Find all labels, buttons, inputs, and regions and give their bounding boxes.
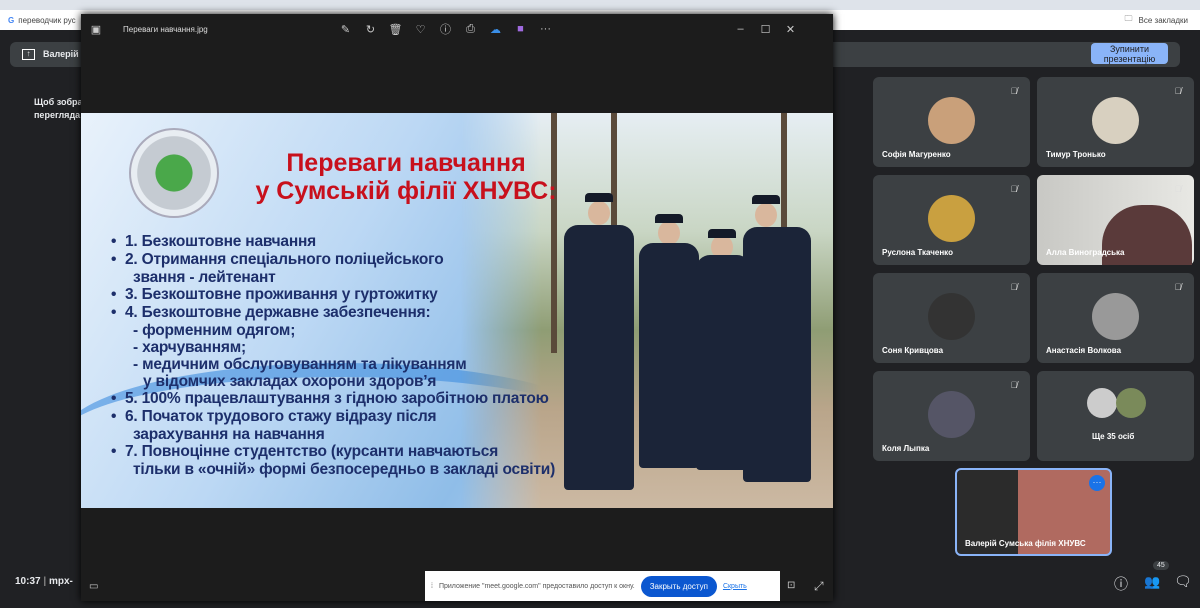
photos-app-icon: ▣ xyxy=(90,23,102,36)
list-item: 4. Безкоштовне державне забезпечення: xyxy=(111,304,555,321)
more-button[interactable]: ··· xyxy=(533,23,558,35)
browser-tabstrip xyxy=(0,0,1200,10)
stop-presentation-button[interactable]: Зупинити презентацію xyxy=(1091,43,1168,64)
meeting-code: mpx- xyxy=(48,576,73,587)
close-access-button[interactable]: Закрыть доступ xyxy=(640,575,717,597)
filmstrip-icon[interactable]: ▭ xyxy=(89,581,98,592)
participant-tile-video[interactable]: 🎙̸ Алла Виноградська xyxy=(1037,175,1194,265)
participant-name: Руслона Ткаченко xyxy=(882,248,953,257)
avatar xyxy=(1087,388,1117,418)
participant-name: Софія Магуренко xyxy=(882,150,951,159)
mic-off-icon: 🎙̸ xyxy=(1010,86,1018,96)
minimize-button[interactable]: – xyxy=(728,23,753,35)
hide-link[interactable]: Скрыть xyxy=(723,583,747,590)
more-options-icon[interactable]: ··· xyxy=(1089,475,1105,491)
mic-off-icon: 🎙̸ xyxy=(1174,282,1182,292)
list-item: 2. Отримання спеціального поліцейського xyxy=(111,251,555,268)
photos-viewer-window: ▣ Переваги навчання.jpg ✎ ↻ 🗑 ♡ ⓘ ⎙ ☁ ■ … xyxy=(81,14,833,601)
participant-tile[interactable]: 🎙̸ Соня Кривцова xyxy=(873,273,1030,363)
delete-icon[interactable]: 🗑 xyxy=(383,23,408,36)
people-icon[interactable]: 👥 xyxy=(1144,574,1160,590)
participant-tile[interactable]: 🎙̸ Руслона Ткаченко xyxy=(873,175,1030,265)
participant-tile[interactable]: 🎙̸ Софія Магуренко xyxy=(873,77,1030,167)
clock: 10:37 xyxy=(15,576,41,587)
rotate-icon[interactable]: ↻ xyxy=(358,23,383,36)
avatar xyxy=(1092,97,1139,144)
slide-title: Переваги навчання у Сумській філії ХНУВС: xyxy=(241,149,571,205)
list-subitem: - форменним одягом; xyxy=(133,322,296,339)
list-subitem: - харчуванням; xyxy=(133,339,246,356)
avatar xyxy=(928,195,975,242)
clipchamp-icon[interactable]: ■ xyxy=(508,23,533,35)
info-icon[interactable]: ⓘ xyxy=(433,21,458,37)
favorite-icon[interactable]: ♡ xyxy=(408,23,433,36)
mic-off-icon: 🎙̸ xyxy=(1174,184,1182,194)
list-item-cont: зарахування на навчання xyxy=(133,426,325,443)
presenter-chip[interactable]: ↑ Валерій xyxy=(12,43,82,65)
mic-off-icon: 🎙̸ xyxy=(1010,380,1018,390)
print-icon[interactable]: ⎙ xyxy=(458,23,483,36)
list-item-cont: тільки в «очній» формі безпосередньо в з… xyxy=(133,461,556,478)
list-item: 1. Безкоштовне навчання xyxy=(111,233,555,250)
participant-name: Анастасія Волкова xyxy=(1046,346,1122,355)
avatar xyxy=(928,97,975,144)
title-line: у Сумській філії ХНУВС: xyxy=(255,177,557,205)
list-item: 7. Повноцінне студентство (курсанти навч… xyxy=(111,443,555,460)
all-bookmarks[interactable]: Все закладки xyxy=(1139,16,1188,25)
folder-icon: 🗀 xyxy=(1124,14,1133,23)
bookmark-item[interactable]: переводчик рус xyxy=(18,16,75,25)
participants-count-badge: 45 xyxy=(1153,561,1169,570)
meeting-info: 10:37 | mpx- xyxy=(15,576,73,587)
present-icon: ↑ xyxy=(22,48,35,60)
mic-off-icon: 🎙̸ xyxy=(1010,184,1018,194)
hint-line: Щоб зобра xyxy=(34,97,83,107)
close-button[interactable]: ✕ xyxy=(778,23,803,36)
onedrive-icon[interactable]: ☁ xyxy=(483,23,508,36)
list-subitem: - медичним обслуговуванням та лікуванням xyxy=(133,356,467,373)
edit-icon[interactable]: ✎ xyxy=(333,23,358,36)
participant-name: Соня Кривцова xyxy=(882,346,944,355)
participant-name: Коля Лыпка xyxy=(882,444,930,453)
participant-tile[interactable]: 🎙̸ Тимур Тронько xyxy=(1037,77,1194,167)
participant-name: Тимур Тронько xyxy=(1046,150,1106,159)
actual-size-icon[interactable]: ⊡ xyxy=(787,580,795,591)
fullscreen-icon[interactable]: ⤢ xyxy=(814,579,824,594)
mic-off-icon: 🎙̸ xyxy=(1010,282,1018,292)
mic-off-icon: 🎙̸ xyxy=(1174,86,1182,96)
viewer-titlebar: ▣ Переваги навчання.jpg ✎ ↻ 🗑 ♡ ⓘ ⎙ ☁ ■ … xyxy=(81,14,833,44)
more-participants-tile[interactable]: Ще 35 осіб xyxy=(1037,371,1194,461)
drag-handle-icon[interactable]: ⁞ xyxy=(431,583,433,590)
participant-tile[interactable]: 🎙̸ Коля Лыпка xyxy=(873,371,1030,461)
title-line: Переваги навчання xyxy=(286,149,526,177)
avatar xyxy=(928,391,975,438)
list-item: 5. 100% працевлаштування з гідною заробі… xyxy=(111,390,555,407)
self-name: Валерій Сумська філія ХНУВС xyxy=(965,539,1086,548)
hint-line: перегляда xyxy=(34,110,81,120)
participant-tile[interactable]: 🎙̸ Анастасія Волкова xyxy=(1037,273,1194,363)
avatar xyxy=(1092,293,1139,340)
participant-name: Алла Виноградська xyxy=(1046,248,1125,257)
presentation-hint: Щоб зобра перегляда xyxy=(34,96,84,122)
maximize-button[interactable]: ☐ xyxy=(753,23,778,36)
avatar xyxy=(928,293,975,340)
list-item: 6. Початок трудового стажу відразу після xyxy=(111,408,555,425)
meeting-details-icon[interactable]: ⓘ xyxy=(1114,574,1128,594)
google-icon: G xyxy=(8,15,15,25)
avatar xyxy=(1116,388,1146,418)
slide-image: Переваги навчання у Сумській філії ХНУВС:… xyxy=(81,113,833,508)
self-view-tile[interactable]: ··· Валерій Сумська філія ХНУВС xyxy=(955,468,1112,556)
more-participants-label: Ще 35 осіб xyxy=(1092,432,1135,441)
sharing-notification: ⁞ Приложение "meet.google.com" предостав… xyxy=(425,571,780,601)
list-item: 3. Безкоштовне проживання у гуртожитку xyxy=(111,286,555,303)
list-subitem: у відомчих закладах охорони здоров’я xyxy=(143,373,437,390)
benefits-list: 1. Безкоштовне навчання 2. Отримання спе… xyxy=(111,233,555,478)
list-item-cont: звання - лейтенант xyxy=(133,269,276,286)
file-name: Переваги навчання.jpg xyxy=(123,24,208,34)
notification-text: Приложение "meet.google.com" предоставил… xyxy=(438,582,635,590)
chat-icon[interactable]: 🗨 xyxy=(1174,573,1192,590)
university-emblem xyxy=(129,128,219,218)
presenter-name: Валерій xyxy=(43,49,79,59)
